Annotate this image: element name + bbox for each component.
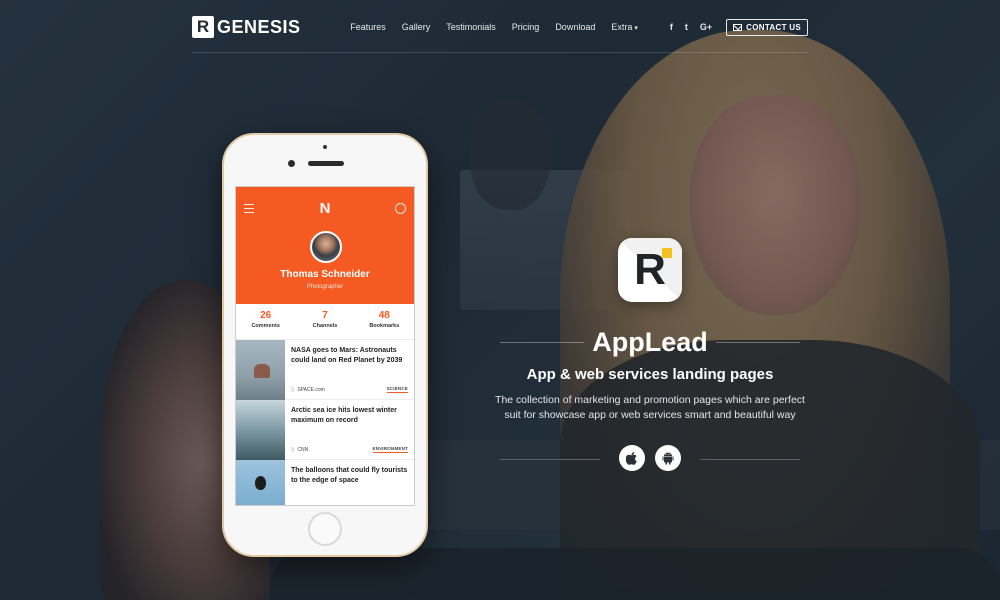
news-thumbnail xyxy=(236,460,285,505)
phone-home-button xyxy=(308,512,342,546)
news-title: Arctic sea ice hits lowest winter maximu… xyxy=(291,407,397,424)
news-thumbnail xyxy=(236,400,285,460)
news-source-label: CNN xyxy=(297,446,309,453)
logo-text: GENESIS xyxy=(217,16,301,37)
profile-header: N Thomas Schneider Photographer xyxy=(236,187,414,304)
phone-screen: N Thomas Schneider Photographer 26 Comme… xyxy=(235,186,415,506)
social-links: f t G+ xyxy=(658,22,712,32)
phone-mockup: N Thomas Schneider Photographer 26 Comme… xyxy=(222,133,428,557)
contact-us-label: CONTACT US xyxy=(746,22,801,32)
feed-icon: )) xyxy=(291,446,295,453)
app-icon: R xyxy=(618,238,682,302)
android-store-button[interactable] xyxy=(655,445,681,471)
google-plus-icon[interactable]: G+ xyxy=(700,22,712,32)
feed-icon: )) xyxy=(291,386,295,393)
phone-speaker xyxy=(308,161,344,166)
stat-label: Channels xyxy=(312,323,338,329)
twitter-icon[interactable]: t xyxy=(685,22,688,32)
nav-item-gallery[interactable]: Gallery xyxy=(402,22,431,32)
facebook-icon[interactable]: f xyxy=(670,22,673,32)
chevron-down-icon: ▾ xyxy=(634,25,638,32)
site-logo[interactable]: R GENESIS xyxy=(192,16,301,38)
android-icon xyxy=(662,451,674,464)
phone-camera xyxy=(288,160,295,167)
stat-bookmarks[interactable]: 48 Bookmarks xyxy=(355,304,414,339)
nav-item-features[interactable]: Features xyxy=(350,22,386,32)
stat-channels[interactable]: 7 Channels xyxy=(295,304,354,339)
stat-label: Comments xyxy=(251,323,280,329)
news-source-label: SPACE.com xyxy=(297,386,325,393)
news-title: The balloons that could fly tourists to … xyxy=(291,467,408,484)
logo-mark: R xyxy=(192,16,214,38)
hero-title-row: AppLead xyxy=(500,324,800,360)
nav-item-pricing[interactable]: Pricing xyxy=(512,22,540,32)
main-nav: Features Gallery Testimonials Pricing Do… xyxy=(334,18,808,36)
news-meta: )) SPACE.com SCIENCE xyxy=(291,386,408,393)
stat-comments[interactable]: 26 Comments xyxy=(236,304,295,339)
nav-item-download[interactable]: Download xyxy=(555,22,595,32)
nav-item-testimonials[interactable]: Testimonials xyxy=(446,22,496,32)
profile-stats: 26 Comments 7 Channels 48 Bookmarks xyxy=(236,304,414,340)
avatar xyxy=(310,231,342,263)
profile-name: Thomas Schneider xyxy=(280,269,370,280)
nav-item-extra-label: Extra xyxy=(611,22,633,32)
hero-content: R AppLead App & web services landing pag… xyxy=(495,238,805,473)
store-links xyxy=(500,445,800,473)
news-tag[interactable]: ENVIRONMENT xyxy=(372,446,408,453)
news-source: )) SPACE.com xyxy=(291,387,325,393)
news-title: NASA goes to Mars: Astronauts could land… xyxy=(291,347,403,364)
mail-icon xyxy=(733,23,743,31)
app-icon-accent xyxy=(662,248,672,258)
news-item[interactable]: Arctic sea ice hits lowest winter maximu… xyxy=(236,400,414,460)
apple-store-button[interactable] xyxy=(619,445,645,471)
hero-description: The collection of marketing and promotio… xyxy=(495,394,805,421)
hero-title: AppLead xyxy=(592,327,708,357)
profile-role: Photographer xyxy=(306,284,344,290)
news-body: The balloons that could fly tourists to … xyxy=(285,460,414,505)
settings-icon[interactable] xyxy=(395,203,406,214)
app-icon-letter: R xyxy=(634,245,666,294)
news-source: )) CNN xyxy=(291,447,308,453)
apple-icon xyxy=(626,451,637,465)
news-item[interactable]: The balloons that could fly tourists to … xyxy=(236,460,414,505)
news-body: NASA goes to Mars: Astronauts could land… xyxy=(285,340,414,399)
phone-sensor xyxy=(323,145,327,149)
news-item[interactable]: NASA goes to Mars: Astronauts could land… xyxy=(236,340,414,400)
news-body: Arctic sea ice hits lowest winter maximu… xyxy=(285,400,414,459)
stat-value: 26 xyxy=(260,310,272,321)
contact-us-button[interactable]: CONTACT US xyxy=(726,18,808,36)
news-thumbnail xyxy=(236,340,285,400)
news-meta: )) CNN ENVIRONMENT xyxy=(291,446,408,453)
site-header: R GENESIS Features Gallery Testimonials … xyxy=(192,14,808,40)
app-logo: N xyxy=(319,200,331,217)
stat-value: 48 xyxy=(378,310,390,321)
hero-subtitle: App & web services landing pages xyxy=(526,366,774,383)
stat-value: 7 xyxy=(322,310,328,321)
nav-item-extra[interactable]: Extra ▾ xyxy=(611,22,638,32)
news-tag[interactable]: SCIENCE xyxy=(386,386,408,393)
stat-label: Bookmarks xyxy=(369,323,400,329)
header-divider xyxy=(192,52,808,53)
